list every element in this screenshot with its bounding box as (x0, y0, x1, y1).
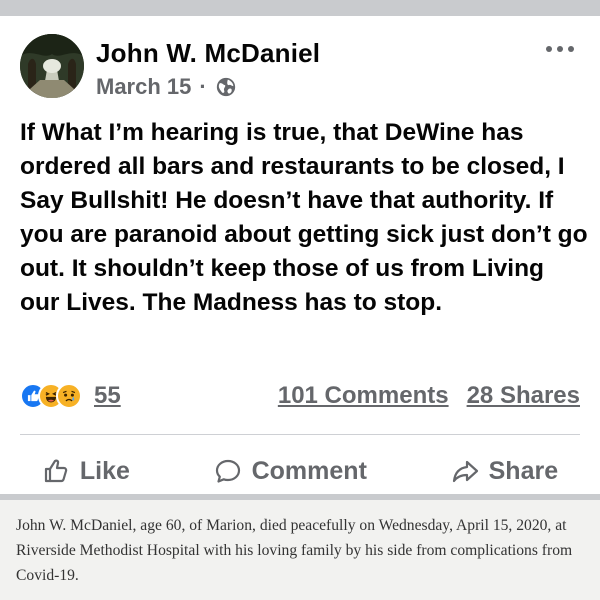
shares-count[interactable]: 28 Shares (467, 382, 580, 410)
share-label: Share (488, 456, 559, 485)
divider (20, 434, 580, 435)
meta-separator: · (199, 74, 207, 99)
engagement-counts: 101 Comments 28 Shares (278, 381, 580, 411)
post-meta: March 15 · (96, 74, 237, 100)
sad-reaction-icon (56, 383, 82, 409)
more-dot (568, 46, 574, 52)
share-arrow-icon (452, 460, 478, 483)
thumbs-up-icon (44, 459, 68, 483)
author-name[interactable]: John W. McDaniel (96, 38, 320, 69)
comment-button[interactable]: Comment (214, 457, 367, 486)
post-card: John W. McDaniel March 15 · If What I’m … (0, 16, 600, 494)
post-date[interactable]: March 15 (96, 74, 191, 100)
post-text: If What I’m hearing is true, that DeWine… (20, 119, 588, 316)
reactions-count[interactable]: 55 (94, 382, 121, 410)
comment-bubble-icon (215, 459, 240, 483)
share-button[interactable]: Share (451, 457, 558, 486)
like-button[interactable]: Like (42, 457, 130, 486)
comment-label: Comment (251, 456, 367, 485)
more-dot (557, 46, 563, 52)
action-bar: Like Comment Share (0, 444, 600, 498)
more-dot (546, 46, 552, 52)
globe-icon[interactable] (215, 76, 237, 98)
reactions-summary[interactable]: 55 (20, 381, 121, 411)
like-label: Like (79, 456, 130, 485)
comments-count[interactable]: 101 Comments (278, 382, 449, 410)
obituary-caption: John W. McDaniel, age 60, of Marion, die… (0, 500, 600, 600)
avatar[interactable] (20, 34, 84, 98)
more-options-icon[interactable] (546, 44, 574, 54)
avatar-image (20, 34, 84, 98)
top-background-strip (0, 0, 600, 16)
